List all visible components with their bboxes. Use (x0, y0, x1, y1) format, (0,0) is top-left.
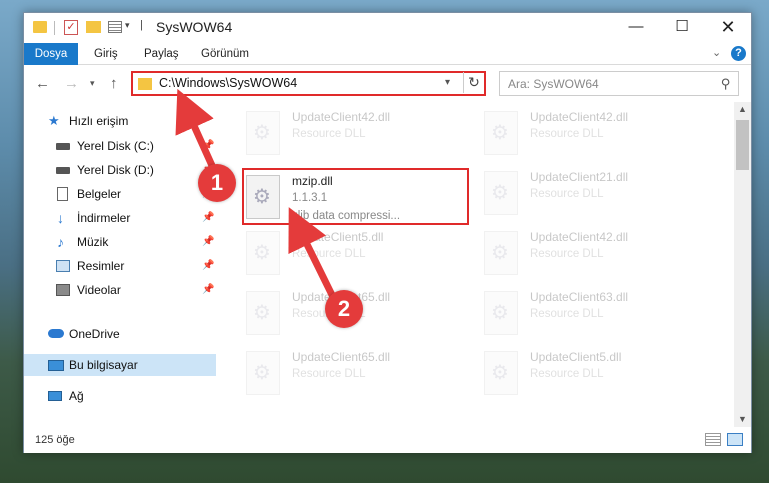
arrow-2-to-file (288, 207, 336, 299)
step-marker-1: 1 (198, 164, 236, 202)
arrow-1-to-address (175, 88, 218, 174)
step-marker-2: 2 (325, 290, 363, 328)
annotation-arrows (175, 88, 336, 299)
